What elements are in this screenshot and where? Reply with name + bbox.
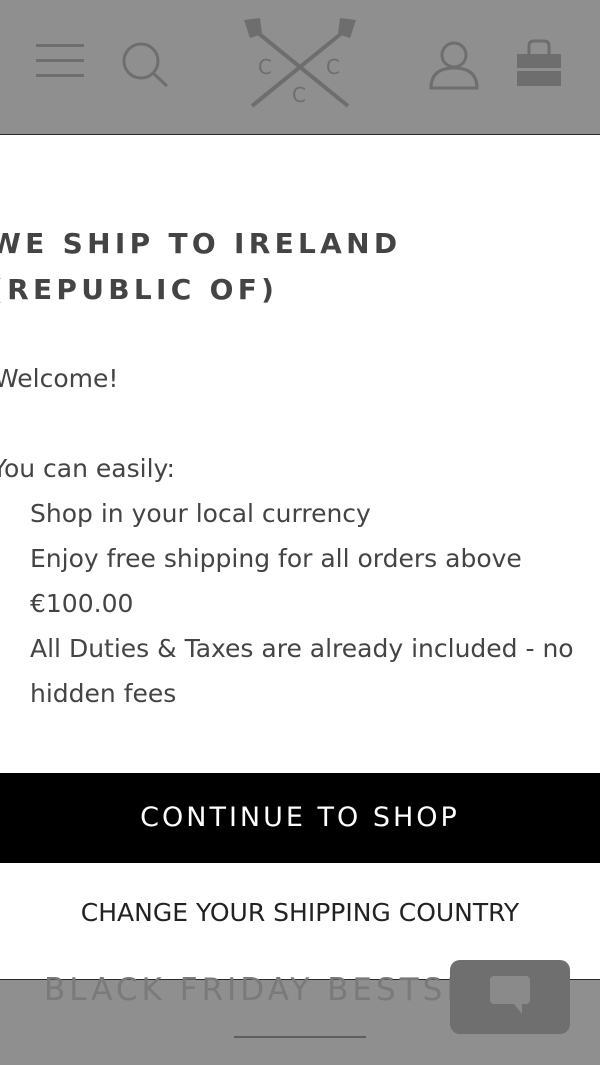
promo-divider [234, 1036, 366, 1038]
shopping-bag-icon[interactable] [514, 38, 564, 88]
chat-button[interactable] [450, 960, 570, 1034]
search-icon[interactable] [120, 40, 170, 88]
logo-letter-bottom: C [292, 83, 306, 107]
shipping-country-modal: WE SHIP TO IRELAND (REPUBLIC OF) Welcome… [0, 134, 600, 980]
user-icon[interactable] [428, 40, 480, 90]
modal-title: WE SHIP TO IRELAND (REPUBLIC OF) [0, 227, 402, 306]
promo-banner-heading: BLACK FRIDAY BESTSE [44, 972, 470, 1008]
continue-to-shop-button[interactable]: CONTINUE TO SHOP [0, 773, 600, 863]
benefit-duties-included: All Duties & Taxes are already included … [30, 634, 574, 708]
brand-logo[interactable]: C C C [238, 16, 362, 112]
welcome-text: Welcome! [0, 364, 119, 393]
hamburger-menu-icon[interactable] [36, 42, 86, 80]
benefits-list: Shop in your local currency Enjoy free s… [30, 491, 592, 716]
site-header: C C C [0, 0, 600, 134]
change-shipping-country-link[interactable]: CHANGE YOUR SHIPPING COUNTRY [0, 893, 600, 933]
intro-text: You can easily: [0, 454, 175, 483]
logo-letter-right: C [326, 55, 340, 79]
logo-letter-left: C [258, 55, 272, 79]
benefit-free-shipping: Enjoy free shipping for all orders above… [30, 544, 522, 618]
benefit-local-currency: Shop in your local currency [30, 499, 371, 528]
